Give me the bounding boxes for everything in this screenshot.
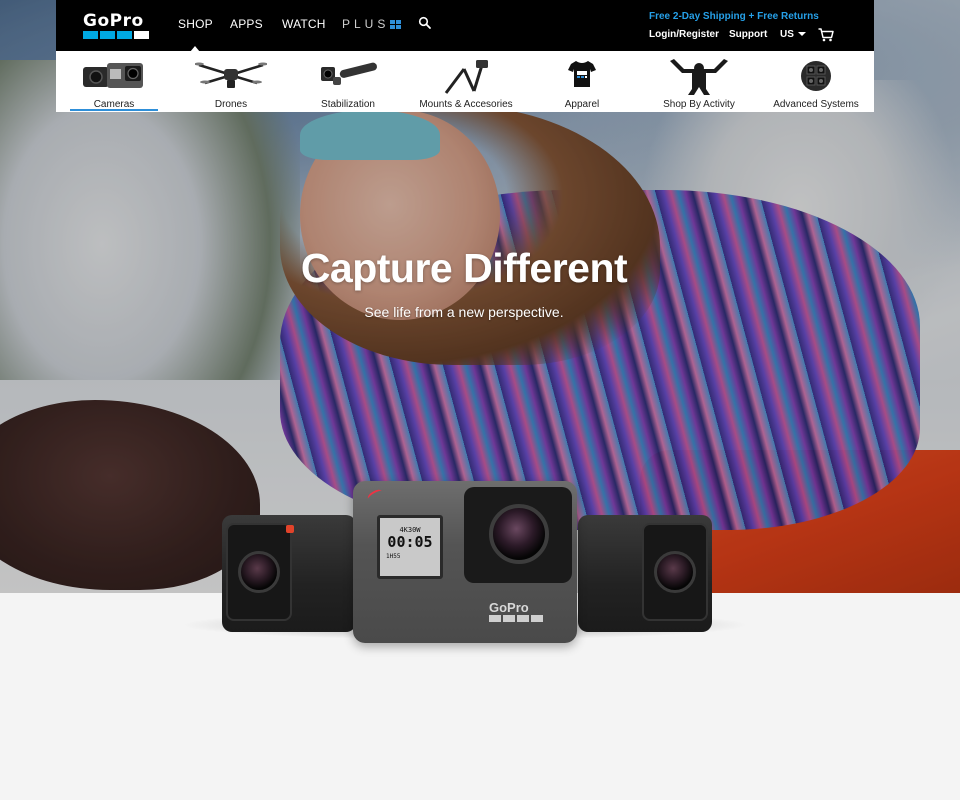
camera-status-screen: 4K30W 00:05 1H55 [377,515,443,579]
nav-apps[interactable]: APPS [230,17,263,31]
lens-housing [642,523,708,621]
spherical-rig-icon [801,61,831,91]
hero-title: Capture Different [300,245,628,291]
hero5-session-camera-left[interactable] [222,515,356,632]
tshirt-icon [568,61,596,87]
logo-blocks [83,31,150,39]
cart-icon[interactable] [818,28,834,42]
record-light-icon [286,525,294,533]
activity-icon [670,59,728,95]
drone-icon [195,62,267,88]
plus-icon [390,19,402,29]
category-label: Mounts & Accesories [419,99,513,110]
hero5-black-camera[interactable]: 4K30W 00:05 1H55 GoPro [353,481,577,643]
category-cameras[interactable]: Cameras [70,51,158,112]
top-nav-bar: GoPro SHOP APPS WATCH PLUS Free 2-Day Sh… [56,0,874,52]
category-stabilization[interactable]: Stabilization [304,51,392,112]
shipping-promo[interactable]: Free 2-Day Shipping + Free Returns [649,11,819,22]
active-underline [70,109,158,111]
camera-lens-icon [238,551,280,593]
support-link[interactable]: Support [729,29,767,40]
camera-brand-text: GoPro [489,600,529,615]
camera-brand-blocks [489,615,543,622]
category-label: Drones [214,99,248,110]
camera-icon [83,63,143,88]
category-shop-by-activity[interactable]: Shop By Activity [652,51,746,112]
camera-lens-icon [489,504,549,564]
gimbal-icon [321,62,377,85]
screen-time: 00:05 [387,533,433,551]
nav-shop[interactable]: SHOP [178,17,213,52]
category-mounts-accessories[interactable]: Mounts & Accesories [416,51,516,112]
lens-housing [226,523,292,621]
category-label: Apparel [564,99,600,110]
nav-watch[interactable]: WATCH [282,17,326,31]
category-label: Stabilization [321,99,375,110]
chevron-down-icon [797,32,806,37]
nav-plus[interactable]: PLUS [342,17,402,31]
hero-subtitle: See life from a new perspective. [364,304,564,320]
login-register-link[interactable]: Login/Register [649,29,719,40]
region-selector[interactable]: US [780,29,806,40]
category-apparel[interactable]: Apparel [546,51,618,112]
search-icon[interactable] [418,16,432,30]
region-label: US [780,29,794,40]
camera-lens-icon [654,551,696,593]
plus-label: PLUS [342,17,390,31]
lens-housing [464,487,572,583]
record-indicator-icon [366,487,384,503]
category-bar: Cameras Drones Stabilization Mounts & Ac… [56,51,874,112]
logo-text: GoPro [83,11,144,31]
gopro-logo[interactable]: GoPro [83,11,150,39]
mount-icon [444,60,488,94]
hero5-session-camera-right[interactable] [578,515,712,632]
category-label: Shop By Activity [663,99,735,110]
screen-battery: 1H55 [386,553,401,560]
category-advanced-systems[interactable]: Advanced Systems [768,51,864,112]
category-label: Advanced Systems [773,99,859,110]
site-header: GoPro SHOP APPS WATCH PLUS Free 2-Day Sh… [56,0,874,112]
category-drones[interactable]: Drones [186,51,276,112]
